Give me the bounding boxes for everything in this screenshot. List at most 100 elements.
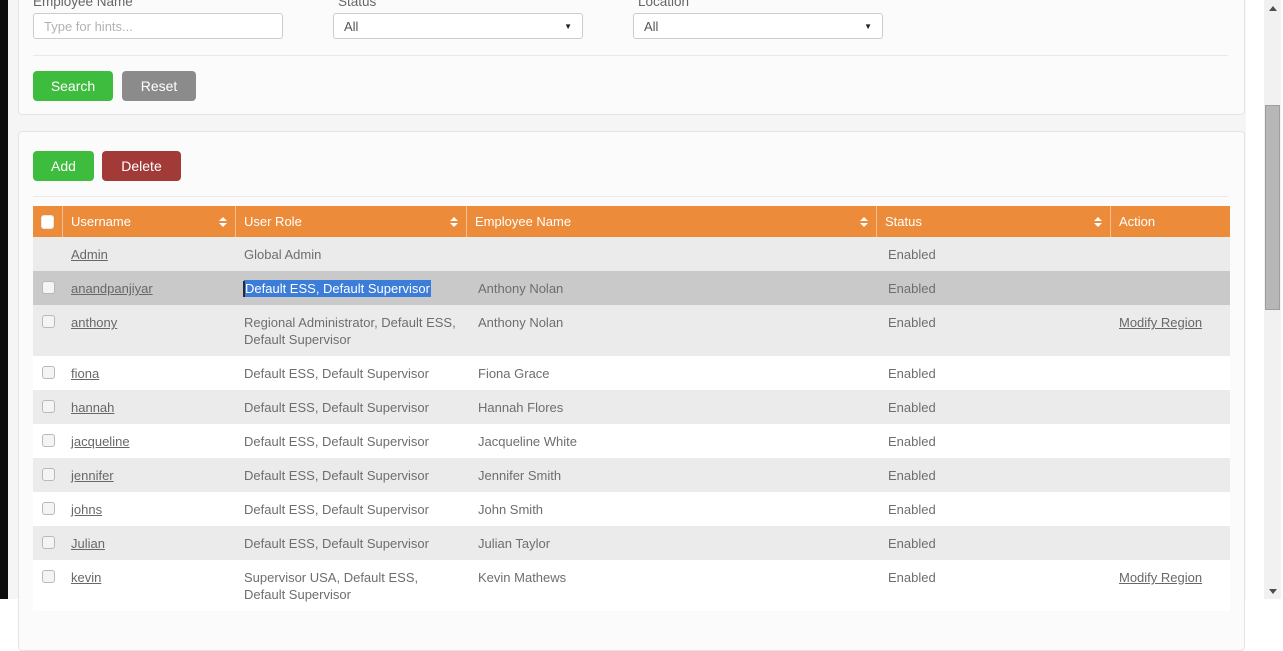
header-user-role[interactable]: User Role	[236, 206, 467, 237]
delete-button[interactable]: Delete	[102, 151, 181, 181]
user-role-cell: Default ESS, Default Supervisor	[236, 458, 467, 492]
action-cell	[1111, 492, 1230, 526]
action-cell	[1111, 526, 1230, 560]
table-header-row: Username User Role Employee Name Status …	[33, 206, 1230, 237]
employee-name-cell: John Smith	[467, 492, 877, 526]
username-link[interactable]: anandpanjiyar	[71, 281, 153, 296]
users-table: Username User Role Employee Name Status …	[33, 206, 1230, 611]
modify-region-link[interactable]: Modify Region	[1119, 315, 1202, 330]
employee-name-cell: Fiona Grace	[467, 356, 877, 390]
status-cell: Enabled	[877, 424, 1111, 458]
chevron-down-icon: ▼	[864, 22, 872, 31]
employee-name-cell: Julian Taylor	[467, 526, 877, 560]
username-link[interactable]: anthony	[71, 315, 117, 330]
username-link[interactable]: jacqueline	[71, 434, 130, 449]
row-checkbox[interactable]	[42, 468, 55, 481]
add-button[interactable]: Add	[33, 151, 94, 181]
selected-text: Default ESS, Default Supervisor	[244, 280, 431, 297]
username-link[interactable]: fiona	[71, 366, 99, 381]
table-row: jennifer Default ESS, Default Supervisor…	[33, 458, 1230, 492]
employee-name-input[interactable]	[33, 13, 283, 39]
user-role-cell: Default ESS, Default Supervisor	[236, 390, 467, 424]
table-divider	[33, 196, 1228, 197]
header-employee-name[interactable]: Employee Name	[467, 206, 877, 237]
user-role-cell: Regional Administrator, Default ESS, Def…	[236, 305, 467, 356]
table-row: jacqueline Default ESS, Default Supervis…	[33, 424, 1230, 458]
row-checkbox[interactable]	[42, 434, 55, 447]
user-role-cell: Default ESS, Default Supervisor	[236, 492, 467, 526]
text-cursor	[243, 281, 245, 297]
employee-name-label: Employee Name	[33, 0, 133, 9]
table-row: Julian Default ESS, Default Supervisor J…	[33, 526, 1230, 560]
row-checkbox[interactable]	[42, 570, 55, 583]
header-checkbox-cell	[33, 206, 63, 237]
chevron-down-icon: ▼	[564, 22, 572, 31]
user-role-cell: Default ESS, Default Supervisor	[236, 356, 467, 390]
action-cell	[1111, 356, 1230, 390]
username-link[interactable]: kevin	[71, 570, 101, 585]
location-select-value: All	[644, 19, 658, 34]
status-select[interactable]: All ▼	[333, 13, 583, 39]
row-checkbox[interactable]	[42, 502, 55, 515]
select-all-checkbox[interactable]	[41, 215, 54, 229]
location-label: Location	[638, 0, 689, 9]
table-row: johns Default ESS, Default Supervisor Jo…	[33, 492, 1230, 526]
scrollbar-thumb[interactable]	[1265, 105, 1280, 310]
scroll-down-icon[interactable]	[1264, 583, 1281, 599]
row-checkbox[interactable]	[42, 281, 55, 294]
scroll-up-icon[interactable]	[1264, 0, 1281, 16]
search-button[interactable]: Search	[33, 71, 113, 101]
status-label: Status	[338, 0, 376, 9]
header-action: Action	[1111, 206, 1230, 237]
filter-divider	[33, 55, 1228, 56]
sort-icon[interactable]	[860, 217, 868, 227]
status-cell: Enabled	[877, 560, 1111, 611]
table-row: Admin Global Admin Enabled	[33, 237, 1230, 271]
status-cell: Enabled	[877, 458, 1111, 492]
user-role-cell: Global Admin	[236, 237, 467, 271]
header-status[interactable]: Status	[877, 206, 1111, 237]
action-cell	[1111, 458, 1230, 492]
header-user-role-label: User Role	[244, 214, 302, 229]
username-link[interactable]: johns	[71, 502, 102, 517]
table-row: hannah Default ESS, Default Supervisor H…	[33, 390, 1230, 424]
sort-icon[interactable]	[1094, 217, 1102, 227]
row-checkbox[interactable]	[42, 366, 55, 379]
action-cell	[1111, 271, 1230, 305]
status-cell: Enabled	[877, 356, 1111, 390]
user-role-cell: Default ESS, Default Supervisor	[236, 271, 467, 305]
header-username-label: Username	[71, 214, 131, 229]
employee-name-cell: Jennifer Smith	[467, 458, 877, 492]
username-link[interactable]: jennifer	[71, 468, 114, 483]
row-checkbox[interactable]	[42, 315, 55, 328]
username-link[interactable]: hannah	[71, 400, 114, 415]
sort-icon[interactable]	[219, 217, 227, 227]
header-username[interactable]: Username	[63, 206, 236, 237]
username-link[interactable]: Admin	[71, 247, 108, 262]
status-cell: Enabled	[877, 237, 1111, 271]
action-cell	[1111, 424, 1230, 458]
table-row: kevin Supervisor USA, Default ESS, Defau…	[33, 560, 1230, 611]
row-checkbox[interactable]	[42, 400, 55, 413]
table-row: anandpanjiyar Default ESS, Default Super…	[33, 271, 1230, 305]
status-select-value: All	[344, 19, 358, 34]
reset-button[interactable]: Reset	[122, 71, 196, 101]
vertical-scrollbar[interactable]	[1264, 0, 1281, 599]
sort-icon[interactable]	[450, 217, 458, 227]
username-link[interactable]: Julian	[71, 536, 105, 551]
header-employee-name-label: Employee Name	[475, 214, 571, 229]
status-cell: Enabled	[877, 271, 1111, 305]
action-cell	[1111, 390, 1230, 424]
row-checkbox[interactable]	[42, 536, 55, 549]
modify-region-link[interactable]: Modify Region	[1119, 570, 1202, 585]
status-cell: Enabled	[877, 526, 1111, 560]
employee-name-cell	[467, 237, 877, 271]
user-role-cell: Default ESS, Default Supervisor	[236, 424, 467, 458]
employee-name-cell: Hannah Flores	[467, 390, 877, 424]
status-cell: Enabled	[877, 492, 1111, 526]
employee-name-cell: Anthony Nolan	[467, 305, 877, 356]
location-select[interactable]: All ▼	[633, 13, 883, 39]
header-action-label: Action	[1119, 214, 1155, 229]
table-row: anthony Regional Administrator, Default …	[33, 305, 1230, 356]
employee-name-cell: Jacqueline White	[467, 424, 877, 458]
